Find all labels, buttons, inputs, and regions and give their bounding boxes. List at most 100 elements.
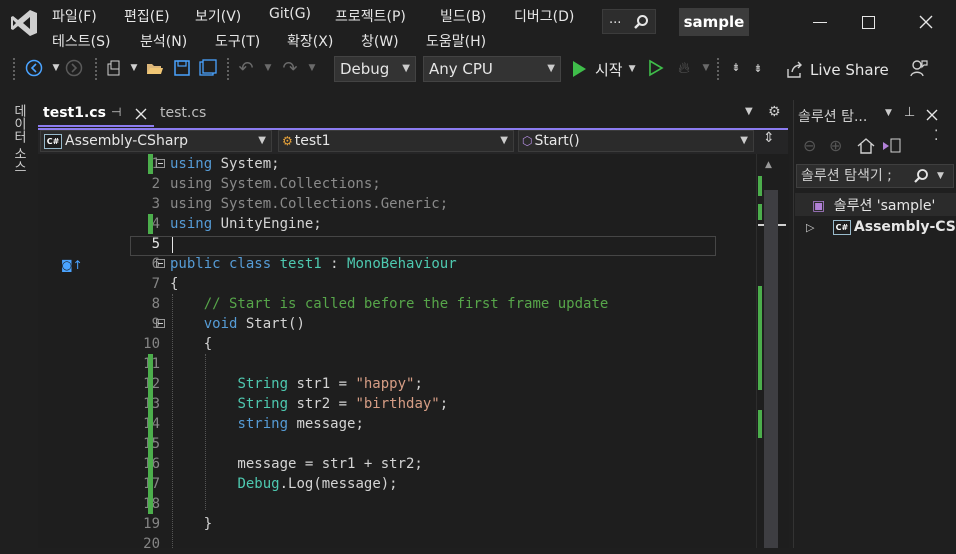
indent-guide — [172, 294, 173, 548]
code-line[interactable]: 2 using System.Collections; — [38, 174, 756, 194]
new-dropdown-icon[interactable]: ▼ — [124, 58, 144, 78]
maximize-button[interactable] — [848, 8, 888, 36]
code-line[interactable]: 18 — [38, 494, 756, 514]
toolbar-grip-2[interactable] — [94, 57, 98, 81]
sol-forward-icon[interactable]: ⊕ — [829, 136, 842, 155]
minimize-button[interactable] — [800, 8, 840, 36]
close-panel-icon[interactable] — [926, 109, 938, 121]
save-button[interactable] — [172, 58, 192, 78]
visual-studio-logo-icon[interactable] — [10, 8, 38, 38]
panel-options-dropdown-icon[interactable]: ▼ — [885, 108, 892, 118]
menu-file[interactable]: 파일(F) — [52, 6, 97, 26]
code-line[interactable]: 20 — [38, 534, 756, 554]
solution-search-input[interactable]: 솔루션 탐색기 ; ▼ — [796, 164, 954, 188]
toolbar-grip-3[interactable] — [226, 57, 230, 81]
back-dropdown-icon[interactable]: ▼ — [46, 58, 66, 78]
search-box[interactable]: ... — [602, 9, 656, 34]
step-over-button[interactable]: ⇟ — [726, 58, 746, 78]
new-project-button[interactable] — [104, 58, 124, 78]
sol-back-icon[interactable]: ⊖ — [803, 136, 816, 155]
toolbar-grip-4[interactable] — [716, 57, 720, 81]
menu-help[interactable]: 도움말(H) — [426, 31, 486, 51]
split-editor-icon[interactable]: ⇕ — [763, 130, 775, 146]
toolbar-grip[interactable] — [12, 57, 16, 81]
expand-arrow-icon[interactable]: ▷ — [806, 221, 814, 234]
code-line[interactable]: 19 } — [38, 514, 756, 534]
menu-test[interactable]: 테스트(S) — [52, 31, 110, 51]
tree-item-project[interactable]: ▷ C# Assembly-CS — [806, 219, 956, 235]
solution-config-dropdown[interactable]: Debug ▼ — [334, 56, 416, 82]
home-icon[interactable] — [856, 137, 876, 155]
code-line[interactable]: 6 public class test1 : MonoBehaviour — [38, 254, 756, 274]
collapse-icon[interactable] — [156, 319, 165, 328]
code-line[interactable]: 3 using System.Collections.Generic; — [38, 194, 756, 214]
code-line[interactable]: 15 — [38, 434, 756, 454]
data-sources-tab[interactable]: 데이터 소스 — [8, 104, 28, 184]
tab-test1-cs[interactable]: test1.cs ⊣ — [38, 101, 154, 127]
undo-button[interactable]: ↶ — [236, 58, 256, 79]
menu-view[interactable]: 보기(V) — [195, 6, 241, 26]
collapse-icon[interactable] — [156, 259, 165, 268]
switch-views-icon[interactable] — [881, 137, 903, 155]
navigate-back-button[interactable] — [24, 58, 44, 78]
settings-gear-icon[interactable]: ⚙ — [768, 104, 781, 120]
solution-name-badge[interactable]: sample — [679, 8, 749, 36]
menu-extensions[interactable]: 확장(X) — [287, 31, 333, 51]
menu-debug[interactable]: 디버그(D) — [514, 6, 574, 26]
menu-analyze[interactable]: 분석(N) — [140, 31, 187, 51]
code-line[interactable]: 7{ — [38, 274, 756, 294]
pin-icon[interactable]: ⊥ — [904, 105, 915, 120]
redo-dropdown-icon[interactable]: ▼ — [302, 58, 322, 78]
step-into-button[interactable]: ⇟ — [748, 58, 768, 78]
code-line[interactable]: 14 string message; — [38, 414, 756, 434]
tab-list-dropdown-icon[interactable]: ▼ — [745, 106, 753, 117]
code-line[interactable]: 13 String str2 = "birthday"; — [38, 394, 756, 414]
start-dropdown-icon[interactable]: ▼ — [629, 64, 636, 74]
menu-tools[interactable]: 도구(T) — [215, 31, 260, 51]
live-share-button[interactable]: Live Share — [786, 59, 889, 81]
code-token: { — [170, 276, 179, 292]
code-line[interactable]: 17 Debug.Log(message); — [38, 474, 756, 494]
menu-edit[interactable]: 편집(E) — [124, 6, 170, 26]
navigate-forward-button[interactable] — [64, 58, 84, 78]
codelens-reference-icon[interactable]: ◙↑ — [61, 258, 83, 272]
close-tab-icon[interactable] — [135, 108, 147, 120]
scroll-up-icon[interactable]: ▲ — [765, 160, 772, 170]
search-options-dropdown-icon[interactable]: ▼ — [937, 165, 944, 187]
code-line[interactable]: 1 using System; — [38, 154, 756, 174]
project-dropdown[interactable]: C# Assembly-CSharp ▼ — [40, 130, 272, 152]
collapse-icon[interactable] — [156, 159, 165, 168]
menu-git[interactable]: Git(G) — [269, 6, 311, 22]
close-button[interactable] — [906, 8, 946, 36]
code-line[interactable]: 16 message = str1 + str2; — [38, 454, 756, 474]
undo-dropdown-icon[interactable]: ▼ — [258, 58, 278, 78]
code-line[interactable]: 10 { — [38, 334, 756, 354]
class-dropdown[interactable]: ⚙ test1 ▼ — [278, 130, 514, 152]
solution-platform-dropdown[interactable]: Any CPU ▼ — [423, 56, 561, 82]
tree-item-solution[interactable]: ▣ 솔루션 'sample' — [812, 195, 935, 215]
code-line[interactable]: 11 — [38, 354, 756, 374]
hot-reload-button[interactable]: 🔥︎ — [674, 58, 694, 78]
menu-build[interactable]: 빌드(B) — [440, 6, 486, 26]
code-token: . — [279, 476, 289, 492]
code-line[interactable]: 9 void Start() — [38, 314, 756, 334]
more-options-icon[interactable]: ⁚ — [934, 128, 938, 144]
pin-icon[interactable]: ⊣ — [111, 105, 121, 119]
save-all-button[interactable] — [198, 58, 218, 78]
code-line[interactable]: 8 // Start is called before the first fr… — [38, 294, 756, 314]
open-folder-button[interactable] — [145, 58, 165, 78]
member-dropdown[interactable]: ⬡ Start() ▼ — [518, 130, 754, 152]
code-editor[interactable]: 1 using System; 2 using System.Collections;… — [38, 154, 756, 552]
redo-button[interactable]: ↷ — [280, 58, 300, 79]
feedback-button[interactable] — [909, 58, 929, 78]
menu-window[interactable]: 창(W) — [361, 31, 399, 51]
menu-project[interactable]: 프로젝트(P) — [335, 6, 406, 26]
start-without-debugging-button[interactable] — [646, 58, 666, 78]
code-line[interactable]: 12 String str1 = "happy"; — [38, 374, 756, 394]
scrollbar-thumb[interactable] — [764, 190, 778, 548]
tab-test-cs[interactable]: test.cs — [155, 101, 230, 127]
code-line[interactable]: 4 using UnityEngine; — [38, 214, 756, 234]
hot-reload-dropdown-icon[interactable]: ▼ — [696, 58, 716, 78]
start-debugging-button[interactable]: 시작 ▼ — [571, 58, 636, 80]
